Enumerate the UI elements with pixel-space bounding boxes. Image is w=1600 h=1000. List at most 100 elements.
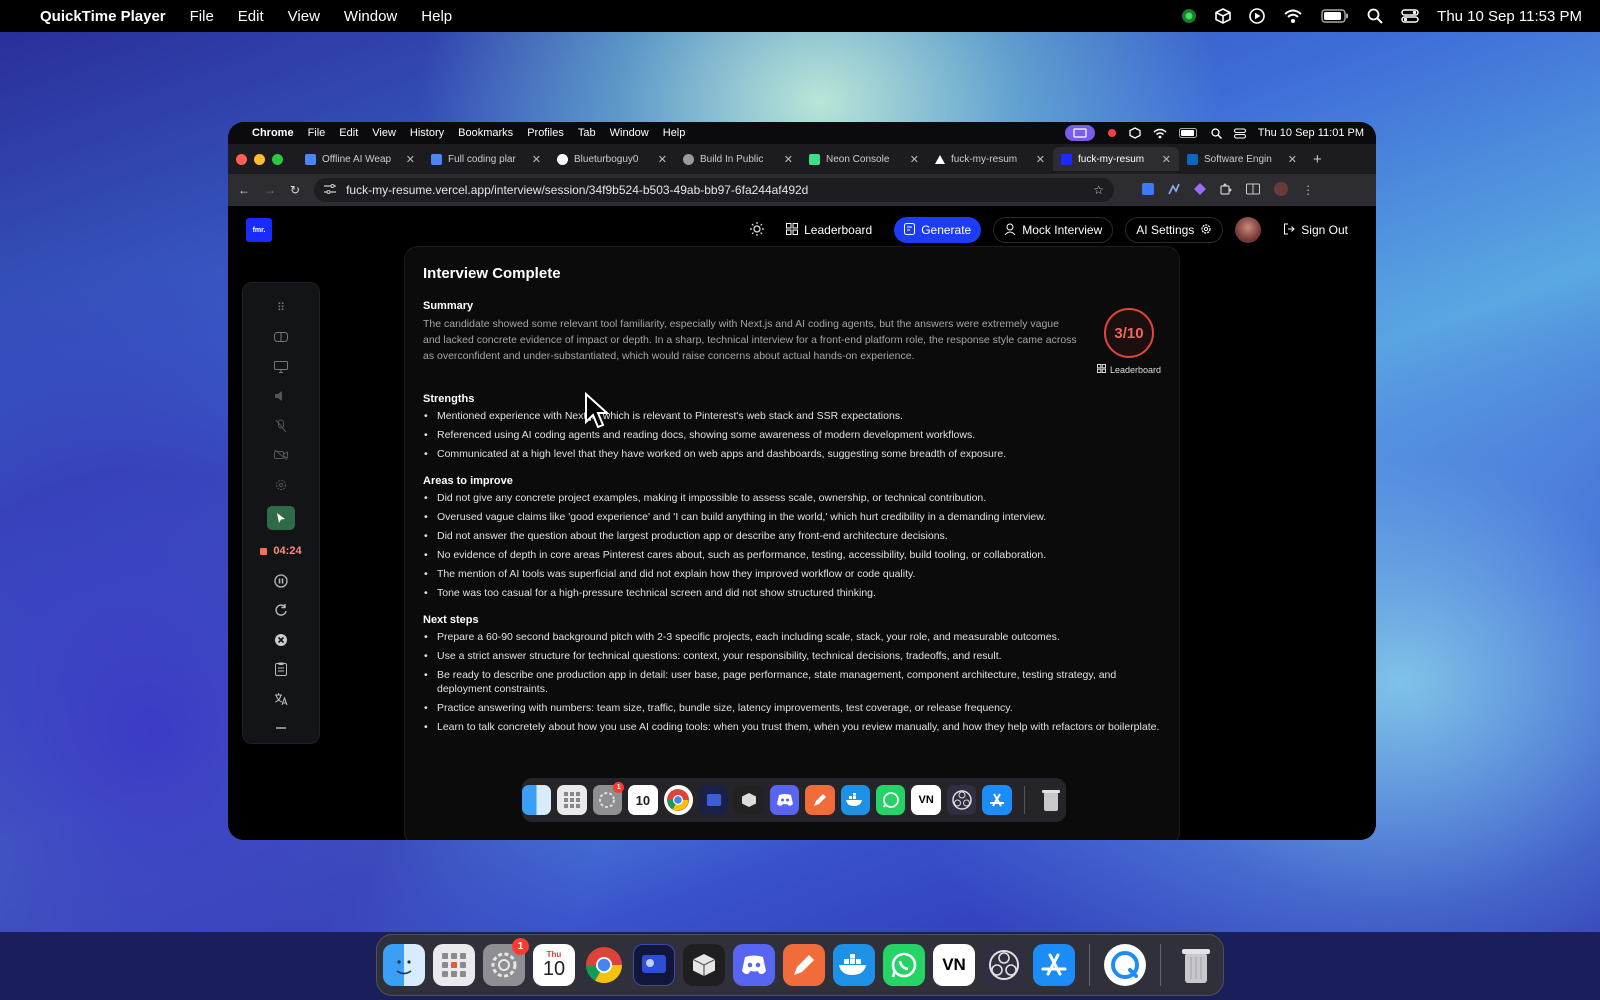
tab-close-icon[interactable]: ✕ [406,153,415,166]
extension-purple-icon[interactable] [1194,182,1207,198]
restart-icon[interactable] [243,596,319,625]
browser-tab[interactable]: Software Engin ✕ [1179,147,1305,171]
record-dot-icon[interactable] [1107,128,1117,138]
control-center-icon[interactable] [1401,8,1419,24]
whatsapp-icon[interactable] [883,944,925,986]
generate-nav-button[interactable]: Generate [894,217,982,243]
launchpad-icon[interactable] [557,785,587,815]
display-icon[interactable] [243,352,319,381]
cube-app-icon[interactable] [734,785,764,815]
tab-close-icon[interactable]: ✕ [910,153,919,166]
inner-cube-icon[interactable] [1129,127,1141,139]
speaker-muted-icon[interactable] [243,381,319,410]
chrome-icon[interactable] [583,944,625,986]
inner-menu-view[interactable]: View [372,127,396,139]
inner-menu-help[interactable]: Help [663,127,686,139]
wifi-icon[interactable] [1283,8,1303,24]
window-capture-icon[interactable] [243,322,319,351]
minimize-window-button[interactable] [254,153,265,165]
whatsapp-icon[interactable] [876,785,906,815]
browser-menu-icon[interactable]: ⋮ [1302,183,1314,197]
obs-icon[interactable] [983,944,1025,986]
browser-tab-active[interactable]: fuck-my-resum ✕ [1053,147,1179,171]
reading-list-icon[interactable] [1246,183,1261,198]
inner-menu-profiles[interactable]: Profiles [527,127,564,139]
minimize-panel-icon[interactable] [243,713,319,742]
inner-battery-icon[interactable] [1178,128,1199,138]
mirror-app-icon[interactable] [699,785,729,815]
inner-wifi-icon[interactable] [1153,128,1167,139]
browser-tab[interactable]: Full coding plar ✕ [423,147,549,171]
inner-menu-file[interactable]: File [308,127,326,139]
menu-edit[interactable]: Edit [238,8,264,25]
ai-settings-nav-button[interactable]: AI Settings [1125,217,1224,243]
calendar-icon[interactable]: 10 [628,785,658,815]
pen-app-icon[interactable] [805,785,835,815]
site-settings-icon[interactable] [324,183,337,197]
inner-menu-tab[interactable]: Tab [578,127,596,139]
tab-close-icon[interactable]: ✕ [1288,153,1297,166]
translate-icon[interactable] [243,684,319,713]
extensions-puzzle-icon[interactable] [1220,183,1232,198]
cube-app-icon[interactable] [683,944,725,986]
reload-icon[interactable]: ↻ [290,183,300,197]
sign-out-button[interactable]: Sign Out [1273,217,1358,243]
menu-file[interactable]: File [190,8,214,25]
inner-menu-bookmarks[interactable]: Bookmarks [458,127,513,139]
battery-icon[interactable] [1321,9,1349,23]
browser-tab[interactable]: Build In Public ✕ [675,147,801,171]
vn-app-icon[interactable]: VN [911,785,941,815]
inner-control-center-icon[interactable] [1233,128,1246,139]
app-store-icon[interactable] [1033,944,1075,986]
finder-icon[interactable] [521,785,552,815]
cube-icon[interactable] [1215,8,1231,24]
vn-app-icon[interactable]: VN [933,944,975,986]
pause-icon[interactable] [243,566,319,595]
stop-square-icon[interactable] [260,547,268,555]
app-store-icon[interactable] [982,785,1012,815]
inner-menu-window[interactable]: Window [610,127,649,139]
menu-help[interactable]: Help [421,8,452,25]
pointer-tool-button[interactable] [243,499,319,536]
inner-clock[interactable]: Thu 10 Sep 11:01 PM [1258,127,1364,139]
camera-off-icon[interactable] [243,440,319,469]
forward-icon[interactable]: → [264,183,276,197]
new-tab-button[interactable]: + [1313,151,1322,168]
leaderboard-nav-button[interactable]: Leaderboard [776,217,882,243]
system-settings-icon[interactable]: 1 [483,938,529,986]
menu-app-name[interactable]: QuickTime Player [40,8,166,25]
recording-status-icon[interactable] [1181,8,1197,24]
theme-toggle-sun-icon[interactable] [750,221,765,239]
microphone-off-icon[interactable] [243,411,319,440]
tab-close-icon[interactable]: ✕ [784,153,793,166]
tab-close-icon[interactable]: ✕ [532,153,541,166]
cancel-recording-icon[interactable] [243,625,319,654]
profile-avatar-icon[interactable] [1274,181,1289,199]
browser-tab[interactable]: fuck-my-resum ✕ [927,147,1053,171]
browser-tab[interactable]: Blueturboguy0 ✕ [549,147,675,171]
docker-icon[interactable] [840,785,871,815]
mirror-app-icon[interactable] [633,944,675,986]
inner-menu-app-name[interactable]: Chrome [252,127,294,139]
back-icon[interactable]: ← [238,183,250,197]
play-circle-icon[interactable] [1249,8,1265,24]
discord-icon[interactable] [769,785,800,815]
trash-icon[interactable] [1175,944,1217,986]
inner-menu-history[interactable]: History [410,127,444,139]
mock-interview-nav-button[interactable]: Mock Interview [993,217,1114,243]
system-settings-icon[interactable]: 1 [592,782,625,815]
extension-chart-icon[interactable] [1168,183,1180,198]
screen-share-icon[interactable] [1064,125,1095,141]
tab-close-icon[interactable]: ✕ [1162,153,1171,166]
pen-app-icon[interactable] [783,944,825,986]
bookmark-star-icon[interactable]: ☆ [1093,183,1104,197]
trash-icon[interactable] [1037,785,1066,815]
spotlight-search-icon[interactable] [1367,8,1383,24]
docker-icon[interactable] [833,944,875,986]
quick-launch-icon[interactable] [1104,944,1146,986]
finder-icon[interactable] [383,944,425,986]
extension-blue-icon[interactable] [1142,182,1155,198]
app-logo[interactable]: fmr. [246,218,272,242]
browser-tab[interactable]: Neon Console ✕ [801,147,927,171]
obs-icon[interactable] [946,785,977,815]
